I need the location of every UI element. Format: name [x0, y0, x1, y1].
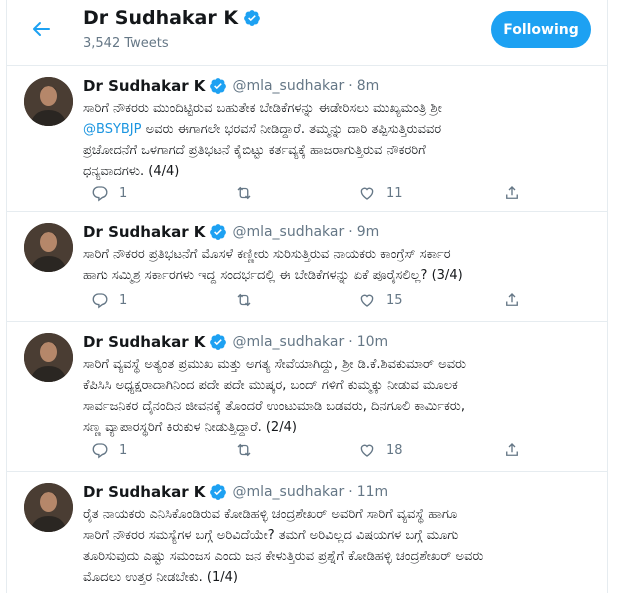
verified-badge-icon [210, 224, 227, 240]
reply-count: 1 [119, 185, 128, 201]
tweet-line: ಸಾರಿಗೆ ನೌಕರರು ಮುಂದಿಟ್ಟಿರುವ ಬಹುತೇಕ ಬೇಡಿಕೆ… [83, 101, 442, 116]
reply-count: 1 [119, 292, 128, 308]
retweet-button[interactable] [235, 291, 263, 309]
tweet[interactable]: Dr Sudhakar K @mla_sudhakar · 9m ಸಾರಿಗೆ … [7, 213, 607, 322]
tweet-header: Dr Sudhakar K @mla_sudhakar · 9m [83, 223, 379, 241]
tweet-text: ಸಾರಿಗೆ ನೌಕರರು ಮುಂದಿಟ್ಟಿರುವ ಬಹುತೇಕ ಬೇಡಿಕೆ… [83, 98, 601, 182]
tweet-line: ಮೊದಲು ಉತ್ತರ ನೀಡಬೇಕು. (1/4) [83, 570, 239, 585]
tweet-line: ಸಾರಿಗೆ ನೌಕರರ ಪ್ರತಿಭಟನೆಗೆ ಮೊಸಳೆ ಕಣ್ಣೀರು ಸ… [83, 247, 451, 262]
retweet-icon [237, 293, 251, 307]
back-arrow-icon[interactable] [29, 17, 53, 41]
tweet[interactable]: Dr Sudhakar K @mla_sudhakar · 10m ಸಾರಿಗೆ… [7, 323, 607, 472]
tweet-line: ಸಾರಿಗೆ ನೌಕರರ ಸಮಸ್ಯೆಗಳ ಬಗ್ಗೆ ಅರಿವಿದೆಯೇ? ತ… [83, 528, 459, 543]
tweet-line: ಹಾಗು ಸಮ್ಮಿಶ್ರ ಸರ್ಕಾರಗಳು ಇದ್ದ ಸಂದರ್ಭದಲ್ಲಿ… [83, 268, 463, 283]
tweet-line: ರೈತ ನಾಯಕರು ಎನಿಸಿಕೊಂಡಿರುವ ಕೋಡಿಹಳ್ಳಿ ಚಂದ್ರ… [83, 507, 458, 522]
share-button[interactable] [503, 184, 521, 202]
tweet[interactable]: Dr Sudhakar K @mla_sudhakar · 8m ಸಾರಿಗೆ … [7, 67, 607, 212]
separator-dot: · [348, 484, 353, 500]
avatar[interactable] [24, 483, 73, 532]
tweet-count: 3,542 Tweets [83, 36, 169, 51]
like-button[interactable]: 11 [358, 184, 403, 202]
reply-button[interactable]: 1 [91, 291, 127, 309]
retweet-button[interactable] [235, 184, 263, 202]
tweet-header: Dr Sudhakar K @mla_sudhakar · 11m [83, 483, 388, 501]
verified-badge-icon [210, 78, 227, 94]
following-button[interactable]: Following [491, 11, 591, 48]
verified-badge-icon [210, 484, 227, 500]
tweet-actions: 1 15 [83, 291, 523, 315]
author-name[interactable]: Dr Sudhakar K [83, 333, 205, 351]
tweet-line: ಪ್ರಚೋದನೆಗೆ ಒಳಗಾಗದೆ ಪ್ರತಿಭಟನೆ ಕೈಬಿಟ್ಟು ಕರ… [83, 143, 426, 158]
author-name[interactable]: Dr Sudhakar K [83, 77, 205, 95]
share-icon [506, 293, 518, 306]
tweet-time[interactable]: 10m [357, 334, 388, 350]
like-count: 18 [386, 442, 403, 458]
avatar[interactable] [24, 77, 73, 126]
avatar[interactable] [24, 223, 73, 272]
profile-timeline: Dr Sudhakar K 3,542 Tweets Following Dr … [6, 0, 608, 593]
tweet-actions: 1 18 [83, 441, 523, 465]
author-name[interactable]: Dr Sudhakar K [83, 483, 205, 501]
heart-icon [360, 444, 374, 457]
tweet-line: ತೂರಿಸುವುದು ಎಷ್ಟು ಸಮಂಜಸ ಎಂದು ಜನ ಕೇಳುತ್ತಿರ… [83, 549, 484, 564]
tweet-line: @BSYBJP ಅವರು ಈಗಾಗಲೇ ಭರವಸೆ ನೀಡಿದ್ದಾರೆ. ತಮ… [83, 119, 601, 140]
share-icon [506, 186, 518, 199]
tweet-header: Dr Sudhakar K @mla_sudhakar · 10m [83, 333, 388, 351]
heart-icon [360, 294, 374, 307]
tweet-line: ಧನ್ಯವಾದಗಳು. (4/4) [83, 164, 180, 179]
tweet-text: ರೈತ ನಾಯಕರು ಎನಿಸಿಕೊಂಡಿರುವ ಕೋಡಿಹಳ್ಳಿ ಚಂದ್ರ… [83, 504, 601, 588]
share-button[interactable] [503, 291, 521, 309]
like-count: 15 [386, 292, 403, 308]
mention-link[interactable]: @BSYBJP [83, 122, 141, 137]
reply-icon [92, 186, 108, 202]
reply-button[interactable]: 1 [91, 184, 127, 202]
tweet-header: Dr Sudhakar K @mla_sudhakar · 8m [83, 77, 379, 95]
profile-name: Dr Sudhakar K [83, 7, 261, 29]
tweet-text: ಸಾರಿಗೆ ನೌಕರರ ಪ್ರತಿಭಟನೆಗೆ ಮೊಸಳೆ ಕಣ್ಣೀರು ಸ… [83, 244, 601, 286]
like-button[interactable]: 15 [358, 291, 403, 309]
author-handle[interactable]: @mla_sudhakar [232, 78, 344, 94]
tweet-time[interactable]: 11m [357, 484, 388, 500]
tweet-line: ಸಣ್ಣ ವ್ಯಾಪಾರಸ್ಥರಿಗೆ ಕಿರುಕುಳ ನೀಡುತ್ತಿದ್ದಾ… [83, 420, 297, 435]
verified-badge-icon [244, 10, 260, 26]
tweet-line: ಸಾರ್ವಜನಿಕರ ದೈನಂದಿನ ಜೀವನಕ್ಕೆ ತೊಂದರೆ ಉಂಟುಮ… [83, 399, 465, 414]
retweet-icon [237, 443, 251, 457]
author-handle[interactable]: @mla_sudhakar [232, 484, 344, 500]
profile-name-text: Dr Sudhakar K [83, 7, 239, 29]
retweet-button[interactable] [235, 441, 263, 459]
tweet-time[interactable]: 8m [357, 78, 380, 94]
tweet-line: ಸಾರಿಗೆ ವ್ಯವಸ್ಥೆ ಅತ್ಯಂತ ಪ್ರಮುಖ ಮತ್ತು ಅಗತ್… [83, 357, 467, 372]
heart-icon [360, 187, 374, 200]
retweet-icon [237, 186, 251, 200]
tweet-line: ಕೆಪಿಸಿಸಿ ಅಧ್ಯಕ್ಷರಾದಾಗಿನಿಂದ ಪದೇ ಪದೇ ಮುಷ್ಕ… [83, 378, 458, 393]
separator-dot: · [348, 224, 353, 240]
share-button[interactable] [503, 441, 521, 459]
avatar[interactable] [24, 333, 73, 382]
profile-header: Dr Sudhakar K 3,542 Tweets Following [7, 0, 607, 66]
separator-dot: · [348, 334, 353, 350]
tweet-text: ಸಾರಿಗೆ ವ್ಯವಸ್ಥೆ ಅತ್ಯಂತ ಪ್ರಮುಖ ಮತ್ತು ಅಗತ್… [83, 354, 601, 438]
tweet-actions: 1 11 [83, 184, 523, 208]
author-name[interactable]: Dr Sudhakar K [83, 223, 205, 241]
reply-count: 1 [119, 442, 128, 458]
reply-icon [92, 293, 108, 309]
reply-icon [92, 443, 108, 459]
author-handle[interactable]: @mla_sudhakar [232, 334, 344, 350]
author-handle[interactable]: @mla_sudhakar [232, 224, 344, 240]
tweet-time[interactable]: 9m [357, 224, 380, 240]
like-count: 11 [386, 185, 403, 201]
verified-badge-icon [210, 334, 227, 350]
share-icon [506, 443, 518, 456]
tweet-line-text: ಅವರು ಈಗಾಗಲೇ ಭರವಸೆ ನೀಡಿದ್ದಾರೆ. ತಮ್ಮನ್ನು ದ… [145, 122, 442, 137]
separator-dot: · [348, 78, 353, 94]
like-button[interactable]: 18 [358, 441, 403, 459]
reply-button[interactable]: 1 [91, 441, 127, 459]
tweet[interactable]: Dr Sudhakar K @mla_sudhakar · 11m ರೈತ ನಾ… [7, 473, 607, 593]
